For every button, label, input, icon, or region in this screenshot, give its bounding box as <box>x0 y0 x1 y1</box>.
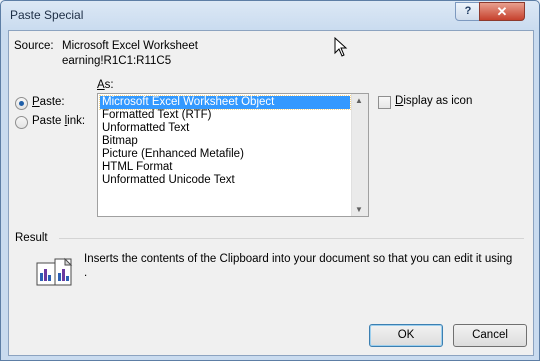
paste-radio[interactable] <box>15 97 28 110</box>
as-label: As: <box>97 79 114 91</box>
result-separator <box>59 238 524 239</box>
result-description: Inserts the contents of the Clipboard in… <box>84 253 513 265</box>
format-item-picture-emf[interactable]: Picture (Enhanced Metafile) <box>100 148 244 161</box>
scroll-down-icon[interactable]: ▼ <box>355 205 363 214</box>
paste-special-dialog: Paste Special ? ✕ Source: Microsoft Exce… <box>0 0 540 361</box>
format-item-html[interactable]: HTML Format <box>100 161 173 174</box>
format-item-bitmap[interactable]: Bitmap <box>100 135 138 148</box>
cancel-button[interactable]: Cancel <box>453 324 527 347</box>
ok-button[interactable]: OK <box>369 324 443 347</box>
paste-clipboard-icon <box>35 255 75 291</box>
listbox-scrollbar[interactable]: ▲ ▼ <box>351 94 368 216</box>
format-listbox[interactable]: Microsoft Excel Worksheet Object Formatt… <box>97 93 369 217</box>
source-name: Microsoft Excel Worksheet <box>62 40 198 52</box>
close-button[interactable]: ✕ <box>479 2 525 21</box>
mouse-pointer-icon <box>334 37 348 57</box>
format-item-excel-object[interactable]: Microsoft Excel Worksheet Object <box>99 95 351 110</box>
scroll-up-icon[interactable]: ▲ <box>355 96 363 105</box>
paste-link-label[interactable]: Paste link: <box>32 115 85 127</box>
dialog-body: Source: Microsoft Excel Worksheet earnin… <box>8 30 534 356</box>
source-range: earning!R1C1:R11C5 <box>62 55 172 67</box>
dialog-title: Paste Special <box>10 8 84 22</box>
paste-label[interactable]: Paste: <box>32 96 65 108</box>
display-as-icon-checkbox[interactable] <box>378 96 391 109</box>
help-button[interactable]: ? <box>455 2 481 21</box>
result-label: Result <box>15 232 48 244</box>
format-item-unformatted-text[interactable]: Unformatted Text <box>100 122 189 135</box>
source-label: Source: <box>14 40 54 52</box>
format-item-unicode-text[interactable]: Unformatted Unicode Text <box>100 174 235 187</box>
display-as-icon-label[interactable]: Display as icon <box>395 95 472 107</box>
paste-link-radio[interactable] <box>15 116 28 129</box>
format-item-rtf[interactable]: Formatted Text (RTF) <box>100 109 212 122</box>
result-description-cont: . <box>84 267 88 279</box>
